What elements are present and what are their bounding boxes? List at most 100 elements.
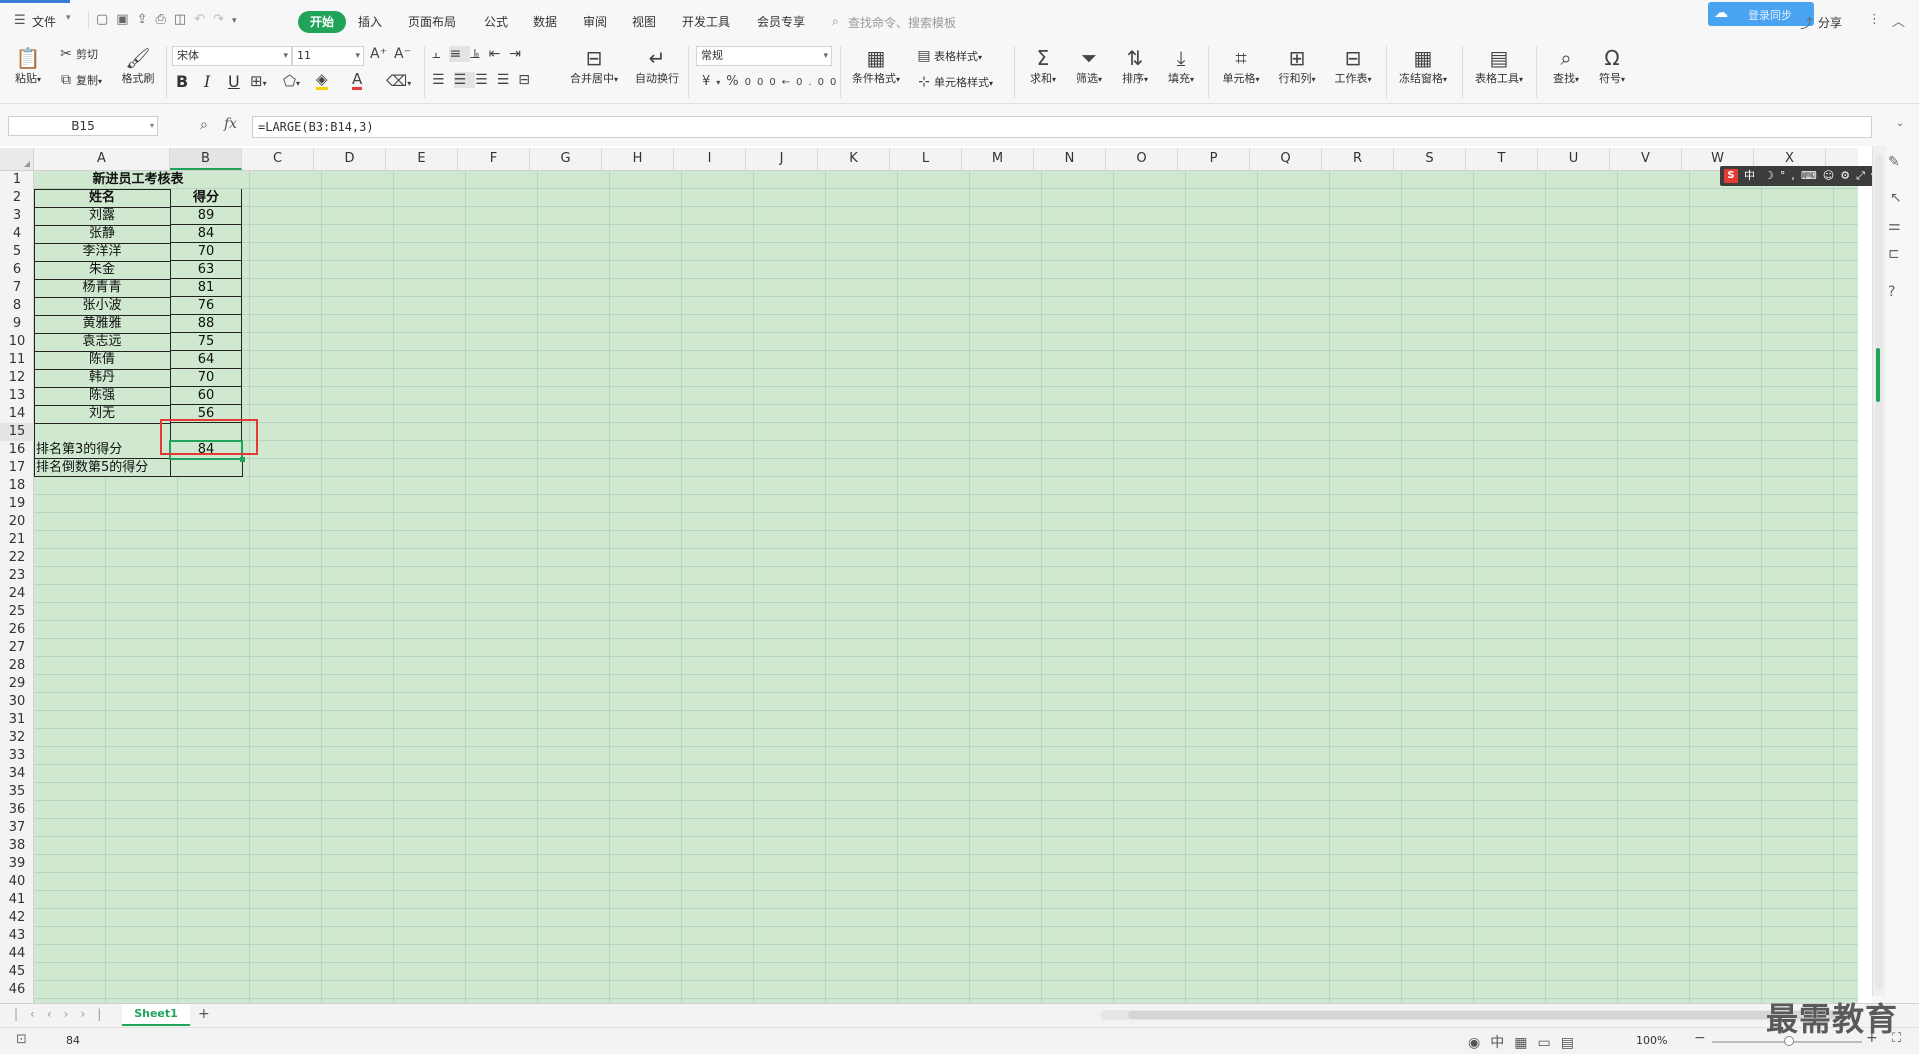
employee-score-cell[interactable]: 70 — [170, 243, 242, 261]
ime-language[interactable]: 中 — [1744, 166, 1755, 186]
increase-font-icon[interactable]: A⁺ — [370, 46, 387, 62]
row-header-4[interactable]: 4 — [0, 225, 34, 243]
undo-icon[interactable]: ↶ — [194, 12, 213, 27]
column-header-d[interactable]: D — [314, 148, 386, 170]
sheet-nav-arrows[interactable]: |‹‹››| — [14, 1007, 113, 1021]
header-score-cell[interactable]: 得分 — [170, 189, 242, 207]
font-size-select[interactable]: 11 ▾ — [292, 46, 364, 66]
row-header-1[interactable]: 1 — [0, 171, 34, 189]
row-header-28[interactable]: 28 — [0, 657, 34, 675]
row-header-39[interactable]: 39 — [0, 855, 34, 873]
employee-name-cell[interactable]: 杨青青 — [34, 279, 170, 297]
distributed-icon[interactable]: ⊟ — [518, 72, 539, 88]
row-header-31[interactable]: 31 — [0, 711, 34, 729]
decrease-decimal-icon[interactable]: .00 — [809, 77, 843, 88]
row-header-18[interactable]: 18 — [0, 477, 34, 495]
justify-icon[interactable]: ☰ — [497, 72, 519, 88]
column-header-b[interactable]: B — [170, 148, 242, 170]
tab-developer[interactable]: 开发工具 — [682, 11, 730, 33]
vertical-scrollbar[interactable] — [1872, 146, 1886, 996]
row-col-button[interactable]: ⊞ 行和列▾ — [1272, 46, 1322, 86]
column-header-a[interactable]: A — [34, 148, 170, 170]
employee-name-cell[interactable]: 袁志远 — [34, 333, 170, 351]
employee-name-cell[interactable]: 陈倩 — [34, 351, 170, 369]
employee-name-cell[interactable]: 李洋洋 — [34, 243, 170, 261]
next-sheet-icon[interactable]: › — [64, 1007, 81, 1021]
command-search[interactable]: 查找命令、搜索模板 — [848, 14, 956, 31]
horizontal-align-group[interactable]: ☰☰☰☰⊟ — [432, 72, 539, 88]
font-color-icon[interactable]: A — [352, 70, 363, 90]
row-header-46[interactable]: 46 — [0, 981, 34, 999]
copy-button[interactable]: ⧉ 复制▾ — [56, 72, 102, 88]
row-header-36[interactable]: 36 — [0, 801, 34, 819]
rank-last5-value-cell[interactable] — [170, 459, 242, 477]
decrease-font-icon[interactable]: A⁻ — [394, 46, 411, 62]
percent-icon[interactable]: % — [726, 74, 744, 89]
settings-sliders-icon[interactable]: ⚌ — [1888, 218, 1901, 234]
column-header-m[interactable]: M — [962, 148, 1034, 170]
number-format-group[interactable]: ¥▾%000←0.00 — [702, 74, 842, 89]
row-header-41[interactable]: 41 — [0, 891, 34, 909]
column-header-g[interactable]: G — [530, 148, 602, 170]
collapse-ribbon-icon[interactable]: ︿ — [1892, 11, 1905, 30]
row-header-20[interactable]: 20 — [0, 513, 34, 531]
employee-name-cell[interactable]: 黄雅雅 — [34, 315, 170, 333]
employee-score-cell[interactable]: 89 — [170, 207, 242, 225]
employee-name-cell[interactable]: 刘无 — [34, 405, 170, 423]
employee-name-cell[interactable]: 刘露 — [34, 207, 170, 225]
help-icon[interactable]: ? — [1888, 284, 1895, 300]
scrollbar-thumb[interactable] — [1875, 154, 1883, 990]
pin-icon[interactable]: ✎ — [1888, 154, 1900, 170]
row-header-11[interactable]: 11 — [0, 351, 34, 369]
new-file-icon[interactable]: ▢ — [96, 12, 116, 27]
row-header-27[interactable]: 27 — [0, 639, 34, 657]
tab-member[interactable]: 会员专享 — [757, 11, 805, 33]
row-header-15[interactable]: 15 — [0, 423, 34, 441]
add-sheet-button[interactable]: + — [198, 1006, 210, 1022]
column-header-e[interactable]: E — [386, 148, 458, 170]
column-header-f[interactable]: F — [458, 148, 530, 170]
underline-icon[interactable]: U — [228, 72, 240, 91]
cell-style-button[interactable]: ⊹ 单元格样式▾ — [914, 74, 993, 90]
customize-icon[interactable]: ▾ — [232, 16, 245, 26]
sum-button[interactable]: Σ 求和▾ — [1022, 46, 1064, 86]
wrap-text-button[interactable]: ↵ 自动换行 — [632, 46, 682, 86]
column-header-v[interactable]: V — [1610, 148, 1682, 170]
fill-button[interactable]: ⤓ 填充▾ — [1160, 46, 1202, 86]
eraser-icon[interactable]: ⌫▾ — [386, 72, 411, 90]
merge-center-button[interactable]: ⊟ 合并居中▾ — [564, 46, 624, 86]
row-header-35[interactable]: 35 — [0, 783, 34, 801]
tab-insert[interactable]: 插入 — [358, 11, 382, 33]
name-box[interactable]: B15 ▾ — [8, 116, 158, 136]
tab-formulas[interactable]: 公式 — [484, 11, 508, 33]
zoom-slider[interactable] — [1712, 1036, 1862, 1046]
tab-view[interactable]: 视图 — [632, 11, 656, 33]
column-header-q[interactable]: Q — [1250, 148, 1322, 170]
ime-tools-icons[interactable]: ☽°,⌨☺⚙⤢▾ — [1764, 166, 1882, 186]
column-header-o[interactable]: O — [1106, 148, 1178, 170]
redo-icon[interactable]: ↷ — [213, 12, 232, 27]
employee-score-cell[interactable]: 60 — [170, 387, 242, 405]
zoom-out-icon[interactable]: − — [1694, 1030, 1706, 1046]
font-name-select[interactable]: 宋体 ▾ — [172, 46, 292, 66]
employee-name-cell[interactable]: 陈强 — [34, 387, 170, 405]
fill-handle[interactable] — [240, 457, 245, 462]
cell-grid[interactable]: 新进员工考核表 姓名 得分 刘露 89 张静 84 李洋洋 70 朱金 63 杨青青 81 张小波 7… — [34, 171, 1858, 1003]
share-button[interactable]: 分享 — [1818, 14, 1842, 31]
print-icon[interactable]: ⎙ — [156, 12, 174, 27]
zoom-level[interactable]: 100% — [1636, 1034, 1667, 1047]
row-header-43[interactable]: 43 — [0, 927, 34, 945]
export-icon[interactable]: ⇪ — [137, 12, 156, 27]
row-header-14[interactable]: 14 — [0, 405, 34, 423]
chevron-down-icon[interactable]: ▾ — [66, 13, 71, 23]
row-header-8[interactable]: 8 — [0, 297, 34, 315]
find-button[interactable]: ⌕ 查找▾ — [1546, 46, 1586, 86]
filter-button[interactable]: ⏷ 筛选▾ — [1068, 46, 1110, 86]
shape-icon[interactable]: ⬠▾ — [283, 72, 300, 90]
employee-score-cell[interactable]: 63 — [170, 261, 242, 279]
currency-icon[interactable]: ¥▾ — [702, 74, 726, 89]
row-header-3[interactable]: 3 — [0, 207, 34, 225]
layout-icon[interactable]: ⊏ — [1888, 246, 1900, 262]
row-header-24[interactable]: 24 — [0, 585, 34, 603]
page-layout-view-icon[interactable]: ▭ — [1537, 1035, 1560, 1051]
